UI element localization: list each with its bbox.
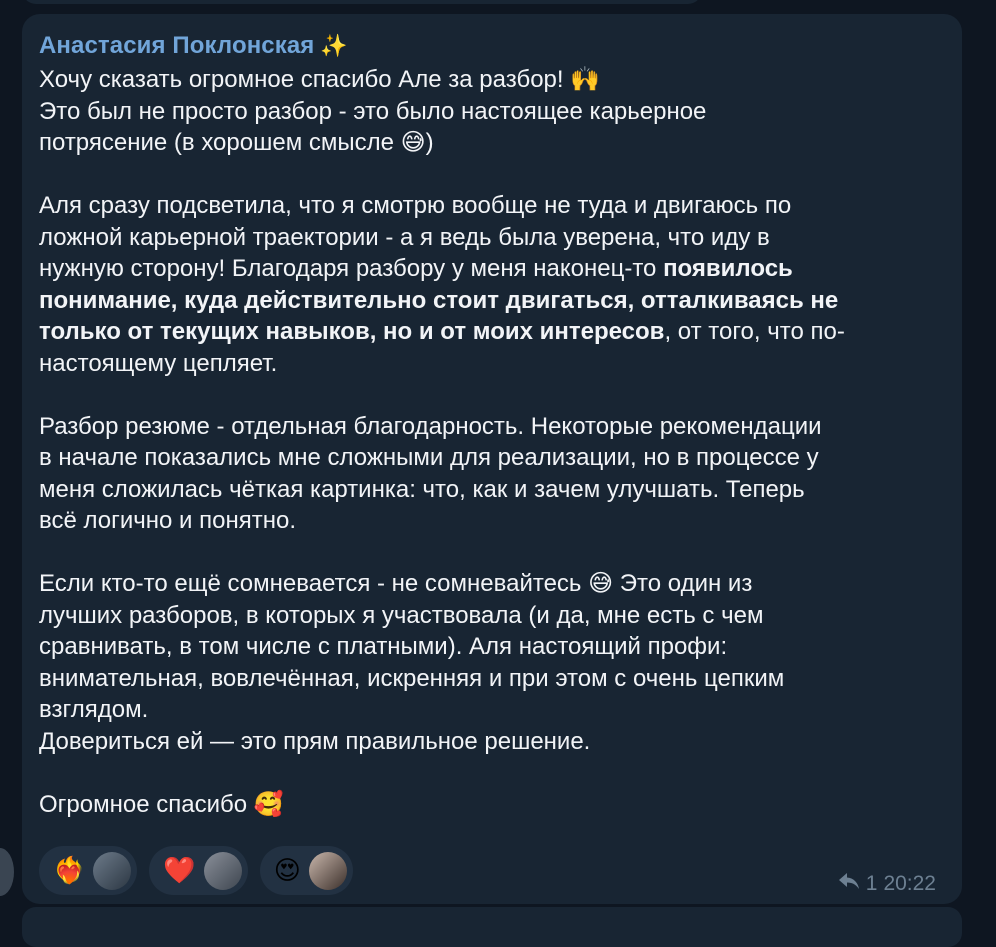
text-line: Хочу сказать огромное спасибо Але за раз… [39, 66, 601, 93]
heart-on-fire-icon: ❤️‍🔥 [53, 855, 86, 886]
text-line: Разбор резюме - отдельная благодарность.… [39, 412, 822, 440]
text-line: нужную сторону! Благодаря разбору у меня… [39, 253, 944, 285]
text-line: в начале показались мне сложными для реа… [39, 444, 819, 471]
text-span: нужную сторону! Благодаря разбору у меня… [39, 255, 664, 282]
text-span: , от того, что по- [664, 318, 845, 345]
text-line: Огромное спасибо 🥰 [39, 790, 284, 818]
text-line: только от текущих навыков, но и от моих … [39, 316, 944, 348]
text-line: всё логично и понятно. [39, 507, 296, 534]
message-meta[interactable]: 1 20:22 [838, 872, 936, 896]
text-line: лучших разборов, в которых я участвовала… [39, 601, 764, 629]
reactions-bar: ❤️‍🔥 ❤️ 😍 [39, 846, 353, 895]
reaction-heart-on-fire[interactable]: ❤️‍🔥 [39, 846, 138, 895]
message-bubble: Анастасия Поклонская ✨ Хочу сказать огро… [22, 14, 962, 904]
reply-arrow-icon [838, 872, 860, 896]
reaction-heart-eyes[interactable]: 😍 [259, 846, 353, 895]
text-line: меня сложилась чёткая картинка: что, как… [39, 475, 805, 503]
heart-eyes-icon: 😍 [273, 855, 301, 886]
reactor-avatar [203, 851, 242, 890]
message-text: Хочу сказать огромное спасибо Але за раз… [39, 64, 944, 820]
reply-count: 1 [865, 872, 878, 895]
text-line: внимательная, вовлечённая, искренняя и п… [39, 664, 785, 692]
text-line: потрясение (в хорошем смысле 😅) [39, 129, 434, 156]
message-time: 20:22 [883, 872, 936, 895]
sender-avatar[interactable] [0, 848, 14, 896]
text-line: Аля сразу подсветила, что я смотрю вообщ… [39, 192, 792, 219]
sparkles-icon: ✨ [320, 33, 348, 58]
reactor-avatar [93, 851, 132, 890]
text-line: Довериться ей — это прям правильное реше… [39, 727, 591, 755]
bold-text: только от текущих навыков, но и от моих … [39, 318, 665, 345]
message-author[interactable]: Анастасия Поклонская ✨ [39, 32, 348, 60]
text-line: сравнивать, в том числе с платными). Аля… [39, 633, 728, 660]
heart-icon: ❤️ [163, 855, 196, 886]
text-line: взглядом. [39, 696, 149, 723]
reactor-avatar [308, 851, 347, 890]
previous-message-bubble [22, 0, 702, 4]
bold-text: появилось [663, 255, 793, 282]
bold-text: понимание, куда действительно стоит двиг… [39, 286, 839, 314]
text-line: Это был не просто разбор - это было наст… [39, 97, 707, 125]
text-line: Если кто-то ещё сомневается - не сомнева… [39, 570, 753, 597]
text-line: понимание, куда действительно стоит двиг… [39, 285, 944, 317]
author-name[interactable]: Анастасия Поклонская [39, 32, 314, 60]
text-line: ложной карьерной траектории - а я ведь б… [39, 223, 770, 251]
text-line: настоящему цепляет. [39, 349, 278, 377]
next-message-bubble [22, 907, 962, 947]
reaction-heart[interactable]: ❤️ [149, 846, 248, 895]
